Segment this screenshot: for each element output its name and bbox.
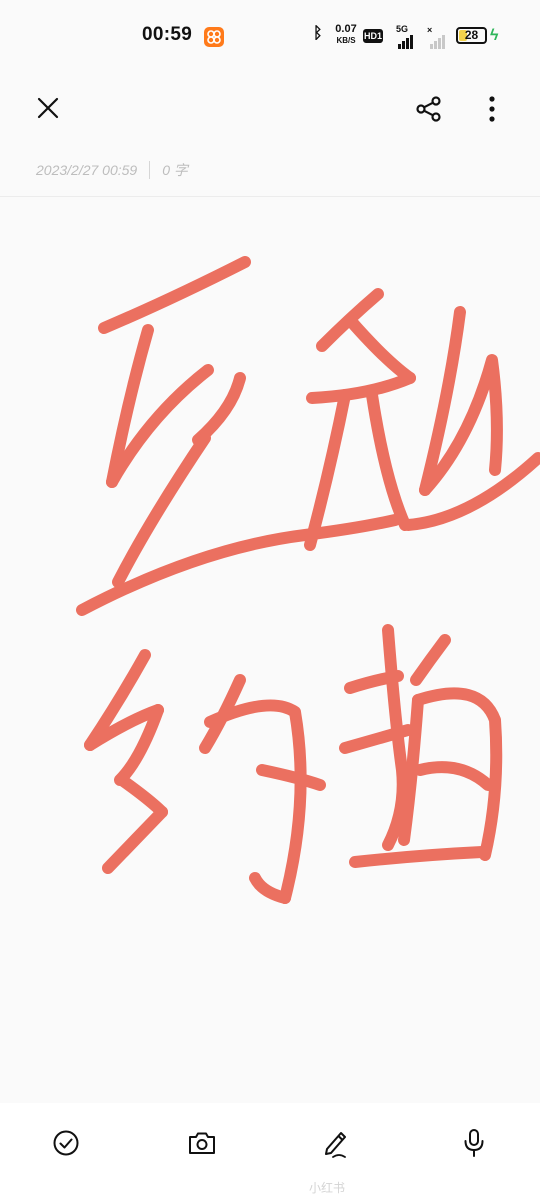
app-icon: [204, 27, 224, 47]
ink-stroke: [204, 699, 307, 904]
note-datetime: 2023/2/27 00:59: [36, 162, 138, 178]
network-speed-unit: KB/S: [336, 36, 356, 45]
pen-button[interactable]: [314, 1121, 358, 1165]
note-meta: 2023/2/27 00:59 0 字: [36, 160, 188, 180]
network-speed-value: 0.07: [335, 23, 357, 35]
network-speed: 0.07 KB/S: [333, 24, 359, 46]
bluetooth-icon: ᛒ: [313, 25, 323, 42]
ink-stroke: [306, 372, 416, 404]
camera-button[interactable]: [180, 1121, 224, 1165]
ink-stroke: [366, 389, 411, 531]
checklist-button[interactable]: [44, 1121, 88, 1165]
status-bar: 00:59 ᛒ 0.07 KB/S HD1 5G × 28 ϟ: [0, 0, 540, 72]
microphone-icon: [464, 1129, 484, 1157]
watermark: 小红书: [308, 1181, 345, 1195]
camera-icon: [189, 1132, 215, 1154]
status-time: 00:59: [142, 24, 193, 45]
ink-stroke: [102, 806, 168, 874]
share-button[interactable]: [408, 88, 450, 130]
ink-stroke: [414, 761, 494, 791]
top-toolbar: [0, 80, 540, 140]
hd-badge: HD1: [363, 29, 383, 43]
ink-stroke: [256, 764, 326, 791]
battery-level: 28: [464, 28, 479, 42]
battery-icon: 28: [456, 27, 487, 44]
ink-stroke: [410, 634, 451, 686]
drawing-canvas[interactable]: [0, 197, 540, 1103]
more-button[interactable]: [472, 88, 512, 130]
ink-stroke: [349, 846, 488, 868]
ink-stroke: [344, 314, 416, 384]
ink-stroke: [116, 774, 168, 818]
checklist-icon: [53, 1130, 79, 1156]
share-icon: [416, 96, 441, 122]
bottom-toolbar: 小红书: [0, 1103, 540, 1200]
close-button[interactable]: [28, 88, 68, 128]
meta-divider: [149, 161, 151, 179]
ink-stroke: [192, 372, 246, 446]
ink-stroke: [304, 389, 351, 551]
signal-secondary-icon: [430, 31, 446, 49]
ink-stroke: [249, 872, 291, 904]
note-char-count: 0 字: [162, 162, 188, 178]
close-icon: [37, 97, 59, 119]
more-vertical-icon: [489, 96, 495, 122]
signal-icon: [398, 31, 414, 49]
charging-icon: ϟ: [490, 27, 499, 44]
ink-stroke: [98, 256, 251, 334]
pen-icon: [325, 1132, 346, 1158]
microphone-button[interactable]: [452, 1121, 496, 1165]
handwriting-drawing: [76, 256, 540, 904]
